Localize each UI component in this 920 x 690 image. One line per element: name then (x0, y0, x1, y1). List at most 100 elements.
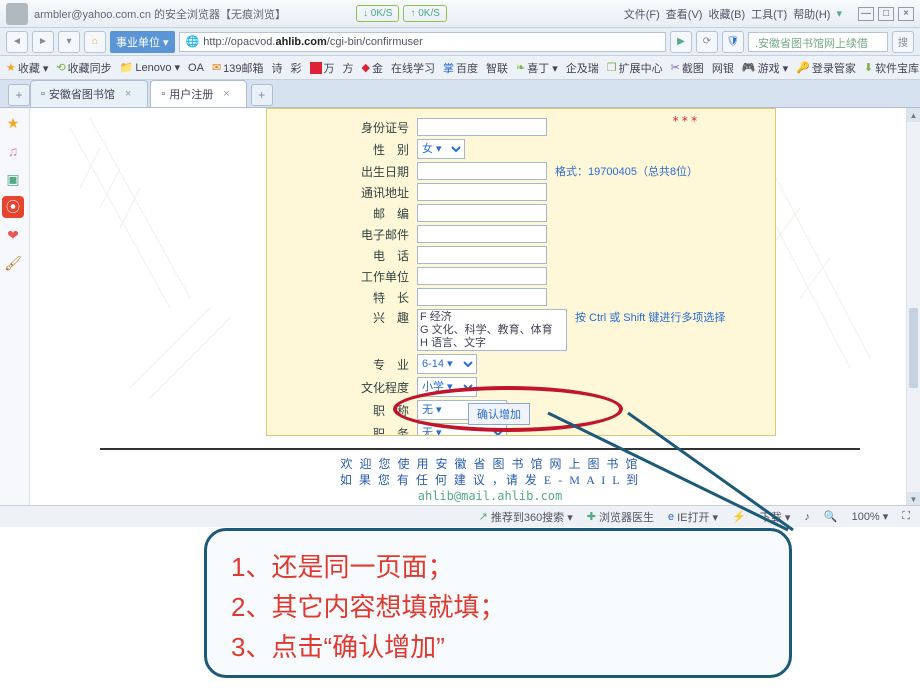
footer-email[interactable]: ahlib@mail.ahlib.com (280, 488, 700, 504)
scroll-up-button[interactable]: ▲ (907, 108, 920, 122)
baoku-link[interactable]: ⬇软件宝库 (864, 60, 919, 76)
input-work[interactable] (417, 267, 547, 285)
ie-link[interactable]: eIE打开 ▾ (668, 509, 718, 525)
study-link[interactable]: 在线学习 (391, 60, 435, 76)
page-footer: 欢 迎 您 使 用 安 徽 省 图 书 馆 网 上 图 书 馆 如 果 您 有 … (280, 456, 700, 504)
label-title: 职 称 (267, 402, 417, 419)
vertical-scrollbar[interactable]: ▲ ▼ (906, 108, 920, 506)
recommend-link[interactable]: ↗推荐到360搜索 ▾ (479, 509, 573, 525)
interest-hint: 按 Ctrl 或 Shift 键进行多项选择 (575, 309, 725, 325)
flash-icon[interactable]: ⚡ (732, 510, 746, 523)
label-work: 工作单位 (267, 268, 417, 285)
wangyin-link[interactable]: 网银 (712, 60, 734, 76)
search-input[interactable]: .安徽省图书馆网上续借 (748, 32, 888, 52)
menu-dropdown-icon[interactable]: ▾ (836, 7, 842, 20)
menu-help[interactable]: 帮助(H) (793, 6, 830, 22)
input-specialty[interactable] (417, 288, 547, 306)
footer-line2: 如 果 您 有 任 何 建 议 ，请 发 E - M A I L 到 (280, 472, 700, 488)
instruction-callout: 1、还是同一页面； 2、其它内容想填就填； 3、点击“确认增加” (204, 528, 792, 678)
menu-tool[interactable]: 工具(T) (751, 6, 787, 22)
puzzle-icon: ❒ (607, 61, 617, 74)
callout-line3: 3、点击“确认增加” (231, 627, 765, 667)
input-birth[interactable] (417, 162, 547, 180)
status-bar: ↗推荐到360搜索 ▾ ✚浏览器医生 eIE打开 ▾ ⚡ 下载 ▾ ♪ 🔍 10… (0, 505, 920, 527)
fav-menu[interactable]: ★收藏 ▾ (6, 60, 48, 76)
denglu-link[interactable]: 🔑登录管家 (796, 60, 856, 76)
add-tab-button[interactable]: + (251, 84, 273, 106)
mail-link[interactable]: ✉139邮箱 (212, 60, 264, 76)
minimize-button[interactable]: — (858, 7, 874, 21)
side-panel: ★ ♫ ▣ ⦿ ❤ 🖌 (0, 108, 30, 518)
cai-link[interactable]: 彩 (291, 60, 302, 76)
title-bar: armbler@yahoo.com.cn 的安全浏览器【无痕浏览】 ↓ 0K/S… (0, 0, 920, 28)
avatar-icon (6, 3, 28, 25)
sound-icon[interactable]: ♪ (804, 511, 810, 523)
fullscreen-button[interactable]: ⛶ (902, 510, 910, 523)
input-email[interactable] (417, 225, 547, 243)
jin-link[interactable]: ◆金 (362, 60, 383, 76)
oa-link[interactable]: OA (188, 62, 204, 74)
back-button[interactable]: ◄ (6, 31, 28, 53)
game-side-icon[interactable]: ▣ (2, 168, 24, 190)
url-input[interactable]: 🌐 http://opacvod.ahlib.com/cgi-bin/confi… (179, 32, 666, 52)
scroll-thumb[interactable] (909, 308, 918, 388)
window-title: armbler@yahoo.com.cn 的安全浏览器【无痕浏览】 (34, 6, 286, 22)
address-bar: ◄ ► ▾ ⌂ 事业单位 ▾ 🌐 http://opacvod.ahlib.co… (0, 28, 920, 56)
maximize-button[interactable]: □ (878, 7, 894, 21)
kuozhan-link[interactable]: ❒扩展中心 (607, 60, 663, 76)
download-link[interactable]: 下载 ▾ (760, 509, 791, 525)
input-zip[interactable] (417, 204, 547, 222)
jietu-link[interactable]: ✂截图 (671, 60, 704, 76)
sync-link[interactable]: ⟲收藏同步 (56, 60, 111, 76)
doctor-link[interactable]: ✚浏览器医生 (587, 509, 654, 525)
heart-side-icon[interactable]: ❤ (2, 224, 24, 246)
close-tab-icon[interactable]: × (125, 88, 131, 100)
input-address[interactable] (417, 183, 547, 201)
shield-icon[interactable]: 🛡 (722, 31, 744, 53)
menu-fav[interactable]: 收藏(B) (708, 6, 745, 22)
submit-button[interactable]: 确认增加 (468, 403, 530, 425)
site-category-label[interactable]: 事业单位 ▾ (110, 31, 175, 53)
scroll-down-button[interactable]: ▼ (907, 492, 920, 506)
xiding-link[interactable]: ❧喜丁 ▾ (516, 60, 558, 76)
forward-button[interactable]: ► (32, 31, 54, 53)
lenovo-folder[interactable]: 📁Lenovo ▾ (120, 61, 180, 74)
baidu-link[interactable]: 掌百度 (443, 60, 478, 76)
fang-link[interactable]: 方 (343, 60, 354, 76)
label-birth: 出生日期 (267, 163, 417, 180)
refresh-button[interactable]: ⟳ (696, 31, 718, 53)
select-edu[interactable]: 小学 ▾ (417, 377, 477, 397)
input-phone[interactable] (417, 246, 547, 264)
folder-icon: 📁 (120, 61, 134, 74)
youxi-link[interactable]: 🎮游戏 ▾ (742, 60, 788, 76)
listbox-interest[interactable]: F 经济 G 文化、科学、教育、体育 H 语言、文字 (417, 309, 567, 351)
tab-library[interactable]: ▫安徽省图书馆× (30, 80, 148, 107)
zoom-level[interactable]: 100% ▾ (852, 510, 889, 523)
brush-side-icon[interactable]: 🖌 (2, 252, 24, 274)
menu-view[interactable]: 查看(V) (666, 6, 703, 22)
go-button[interactable]: ▶ (670, 31, 692, 53)
shi-link[interactable]: 诗 (272, 60, 283, 76)
page-icon: ▫ (41, 88, 45, 100)
select-major[interactable]: 6-14 ▾ (417, 354, 477, 374)
music-side-icon[interactable]: ♫ (2, 140, 24, 162)
dropdown-button[interactable]: ▾ (58, 31, 80, 53)
tab-bar: + ▫安徽省图书馆× ▫用户注册× + (0, 80, 920, 108)
close-button[interactable]: × (898, 7, 914, 21)
home-button[interactable]: ⌂ (84, 31, 106, 53)
new-tab-button[interactable]: + (8, 84, 30, 106)
weibo-side-icon[interactable]: ⦿ (2, 196, 24, 218)
tab-register[interactable]: ▫用户注册× (150, 80, 246, 107)
wan-link[interactable]: 万 (310, 60, 335, 76)
zoom-out-button[interactable]: 🔍 (824, 510, 838, 523)
zhilian-link[interactable]: 智联 (486, 60, 508, 76)
search-button[interactable]: 搜 (892, 31, 914, 53)
key-icon: 🔑 (796, 61, 810, 74)
select-gender[interactable]: 女 ▾ (417, 139, 465, 159)
label-phone: 电 话 (267, 247, 417, 264)
qiji-link[interactable]: 企及瑞 (566, 60, 599, 76)
star-side-icon[interactable]: ★ (2, 112, 24, 134)
input-id[interactable] (417, 118, 547, 136)
close-tab-icon[interactable]: × (223, 88, 229, 100)
menu-file[interactable]: 文件(F) (624, 6, 660, 22)
